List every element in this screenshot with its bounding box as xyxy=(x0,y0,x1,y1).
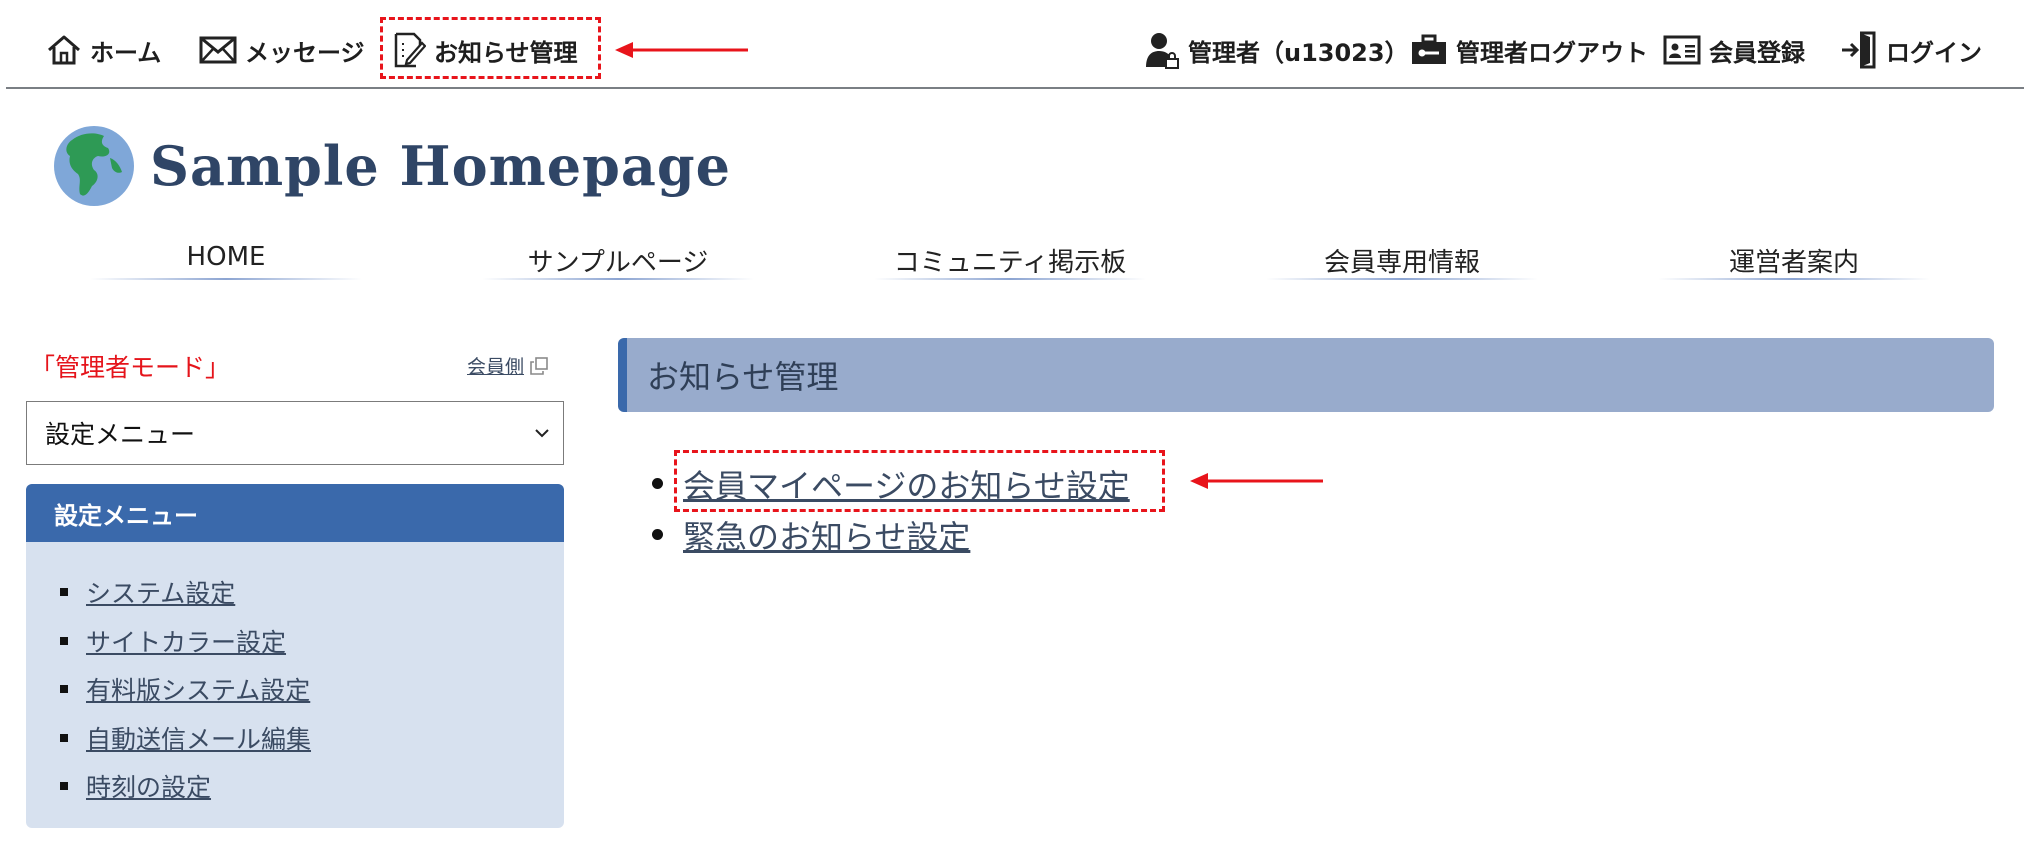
member-side-link[interactable]: 会員側 xyxy=(467,352,548,379)
mainnav-item-member-info[interactable]: 会員専用情報 xyxy=(1266,242,1538,280)
mainnav-item-home[interactable]: HOME xyxy=(90,242,362,280)
mainnav-item-operator-info[interactable]: 運営者案内 xyxy=(1658,242,1930,280)
bullet xyxy=(60,733,68,742)
globe-icon xyxy=(54,126,134,206)
mainnav-item-label: コミュニティ掲示板 xyxy=(893,248,1127,278)
chevron-down-icon xyxy=(535,429,549,438)
mainnav-item-label: 会員専用情報 xyxy=(1323,248,1480,278)
mainnav-item-community-board[interactable]: コミュニティ掲示板 xyxy=(874,242,1146,280)
main-navigation: HOME サンプルページ コミュニティ掲示板 会員専用情報 運営者案内 xyxy=(90,242,1940,282)
list-item: 自動送信メール編集 xyxy=(60,714,564,763)
list-item: 緊急のお知らせ設定 xyxy=(652,509,1130,560)
bullet xyxy=(60,588,68,597)
annotation-highlight-box xyxy=(380,17,601,79)
select-value: 設定メニュー xyxy=(45,420,196,449)
annotation-arrow-icon xyxy=(615,42,748,58)
external-window-icon xyxy=(530,356,548,375)
topnav-login[interactable]: ログイン xyxy=(1840,30,1982,70)
list-item: 時刻の設定 xyxy=(60,762,564,811)
link-emergency-notice[interactable]: 緊急のお知らせ設定 xyxy=(683,512,970,558)
topnav-admin-logout-label: 管理者ログアウト xyxy=(1456,38,1648,67)
topnav-messages[interactable]: メッセージ xyxy=(199,30,365,70)
mainnav-item-label: サンプルページ xyxy=(527,248,709,278)
briefcase-key-icon xyxy=(1412,34,1446,64)
topnav-home-label: ホーム xyxy=(90,38,162,67)
topnav-home[interactable]: ホーム xyxy=(46,30,161,70)
id-card-icon xyxy=(1663,35,1701,65)
mainnav-underline xyxy=(874,278,1146,280)
mainnav-item-label: 運営者案内 xyxy=(1728,248,1859,278)
bullet xyxy=(60,782,68,791)
topbar-divider xyxy=(6,87,2024,89)
annotation-arrow-icon xyxy=(1190,473,1323,489)
mainnav-item-sample-page[interactable]: サンプルページ xyxy=(482,242,754,280)
annotation-highlight-box xyxy=(674,450,1165,512)
menu-link-paid-system[interactable]: 有料版システム設定 xyxy=(86,671,310,707)
topnav-login-label: ログイン xyxy=(1886,38,1982,67)
topnav-member-register-label: 会員登録 xyxy=(1709,38,1805,67)
admin-mode-label: 「管理者モード」 xyxy=(30,353,231,382)
home-icon xyxy=(48,35,80,65)
mainnav-underline xyxy=(1658,278,1930,280)
topnav-member-register[interactable]: 会員登録 xyxy=(1663,30,1805,70)
site-logo[interactable]: Sample Homepage xyxy=(52,124,731,208)
bullet xyxy=(60,636,68,645)
page-title: お知らせ管理 xyxy=(618,338,1994,412)
list-item: システム設定 xyxy=(60,568,564,617)
menu-link-time-settings[interactable]: 時刻の設定 xyxy=(86,768,211,804)
list-item: 有料版システム設定 xyxy=(60,665,564,714)
admin-user-icon xyxy=(1146,33,1179,69)
bullet xyxy=(652,478,663,489)
mainnav-underline xyxy=(1266,278,1538,280)
mainnav-underline xyxy=(482,278,754,280)
logo-text: Sample Homepage xyxy=(150,134,731,198)
topnav-admin-logout[interactable]: 管理者ログアウト xyxy=(1410,30,1648,70)
member-side-link-label: 会員側 xyxy=(467,356,525,378)
topnav-messages-label: メッセージ xyxy=(245,38,365,67)
settings-menu-list: システム設定 サイトカラー設定 有料版システム設定 自動送信メール編集 時刻の設… xyxy=(26,542,564,811)
settings-menu-panel: 設定メニュー システム設定 サイトカラー設定 有料版システム設定 自動送信メール… xyxy=(26,484,564,828)
login-door-icon xyxy=(1842,31,1876,69)
bullet xyxy=(60,685,68,694)
menu-link-auto-mail[interactable]: 自動送信メール編集 xyxy=(86,720,311,756)
bullet xyxy=(652,529,663,540)
menu-link-system-settings[interactable]: システム設定 xyxy=(86,574,235,610)
topnav-admin-user[interactable]: 管理者（u13023） xyxy=(1144,30,1409,70)
menu-link-site-color[interactable]: サイトカラー設定 xyxy=(86,623,286,659)
topnav-admin-user-label: 管理者（u13023） xyxy=(1188,38,1409,67)
top-bar: ホーム メッセージ お知らせ管理 管理者（u13023） 管理者ログアウト 会員… xyxy=(0,0,2029,89)
envelope-icon xyxy=(199,36,237,64)
mainnav-underline xyxy=(90,278,362,280)
settings-menu-title: 設定メニュー xyxy=(26,484,564,542)
settings-menu-select[interactable]: 設定メニュー xyxy=(26,401,564,465)
mainnav-item-label: HOME xyxy=(186,242,266,272)
list-item: サイトカラー設定 xyxy=(60,617,564,666)
